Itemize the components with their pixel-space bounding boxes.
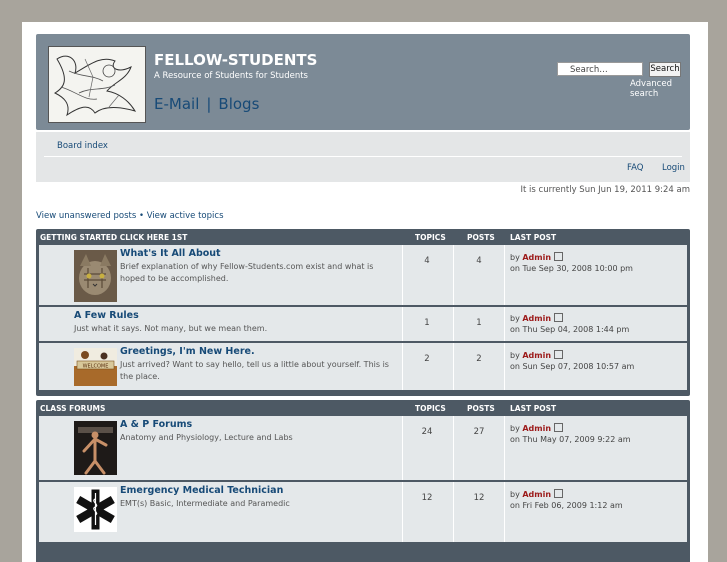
last-post-date: on Fri Feb 06, 2009 1:12 am: [510, 501, 623, 510]
last-post-by: by Admin: [510, 313, 564, 323]
goto-post-icon[interactable]: [554, 252, 564, 261]
last-post-author[interactable]: Admin: [522, 351, 551, 360]
topics-count: 2: [424, 354, 430, 364]
column-posts: POSTS: [467, 233, 495, 242]
site-header: FELLOW-STUDENTS A Resource of Students f…: [36, 34, 690, 130]
category-title[interactable]: CLASS FORUMS: [40, 404, 105, 413]
posts-count: 4: [476, 256, 482, 266]
last-post-by: by Admin: [510, 489, 564, 499]
topics-count: 12: [421, 493, 433, 503]
forum-row: What's It All About Brief explanation of…: [39, 245, 687, 307]
goto-post-icon[interactable]: [554, 489, 564, 498]
current-time: It is currently Sun Jun 19, 2011 9:24 am: [520, 185, 690, 195]
svg-text:WELCOME: WELCOME: [83, 364, 109, 370]
board-index-link[interactable]: Board index: [57, 141, 108, 151]
category-header: CLASS FORUMS TOPICS POSTS LAST POST: [36, 400, 690, 416]
goto-post-icon[interactable]: [554, 313, 564, 322]
forum-row: Emergency Medical Technician EMT(s) Basi…: [39, 482, 687, 542]
cat-photo-icon: [74, 250, 117, 302]
last-post-author[interactable]: Admin: [522, 314, 551, 323]
last-post-author[interactable]: Admin: [522, 490, 551, 499]
posts-count: 27: [473, 427, 485, 437]
page: FELLOW-STUDENTS A Resource of Students f…: [22, 22, 708, 562]
column-topics: TOPICS: [415, 404, 446, 413]
forum-description: Anatomy and Physiology, Lecture and Labs: [120, 433, 293, 442]
forum-title[interactable]: A & P Forums: [120, 419, 192, 430]
site-logo[interactable]: [48, 46, 146, 123]
column-last-post: LAST POST: [510, 404, 557, 413]
forum-description: EMT(s) Basic, Intermediate and Paramedic: [120, 499, 290, 508]
search-button[interactable]: Search: [649, 62, 681, 77]
posts-count: 1: [476, 318, 482, 328]
last-post-by: by Admin: [510, 252, 564, 262]
posts-count: 2: [476, 354, 482, 364]
forum-title[interactable]: Emergency Medical Technician: [120, 485, 283, 496]
navbar-divider: [44, 156, 682, 157]
topics-count: 1: [424, 318, 430, 328]
forum-description: Just what it says. Not many, but we mean…: [74, 324, 268, 333]
forum-description: Brief explanation of why Fellow-Students…: [120, 262, 374, 283]
last-post-author[interactable]: Admin: [522, 424, 551, 433]
last-post-author[interactable]: Admin: [522, 253, 551, 262]
navbar: Board index FAQ Login: [36, 132, 690, 182]
forum-row: A Few Rules Just what it says. Not many,…: [39, 307, 687, 343]
topics-count: 24: [421, 427, 433, 437]
last-post-date: on Tue Sep 30, 2008 10:00 pm: [510, 264, 633, 273]
site-title: FELLOW-STUDENTS: [154, 51, 318, 69]
forum-row: WELCOME Greetings, I'm New Here. Just ar…: [39, 343, 687, 390]
star-of-life-icon: [74, 487, 117, 532]
last-post-date: on Sun Sep 07, 2008 10:57 am: [510, 362, 635, 371]
forum-description: Just arrived? Want to say hello, tell us…: [120, 360, 389, 381]
category-block: GETTING STARTED CLICK HERE 1ST TOPICS PO…: [36, 229, 690, 396]
column-last-post: LAST POST: [510, 233, 557, 242]
forum-title[interactable]: What's It All About: [120, 248, 221, 259]
last-post-date: on Thu May 07, 2009 9:22 am: [510, 435, 631, 444]
forum-row: A & P Forums Anatomy and Physiology, Lec…: [39, 416, 687, 482]
last-post-by: by Admin: [510, 350, 564, 360]
link-separator: |: [206, 95, 212, 113]
advanced-search-link[interactable]: Advanced search: [630, 79, 690, 99]
category-header: GETTING STARTED CLICK HERE 1ST TOPICS PO…: [36, 229, 690, 245]
goto-post-icon[interactable]: [554, 350, 564, 359]
email-link[interactable]: E-Mail: [154, 95, 199, 113]
site-description: A Resource of Students for Students: [154, 71, 308, 81]
goto-post-icon[interactable]: [554, 423, 564, 432]
column-posts: POSTS: [467, 404, 495, 413]
login-link[interactable]: Login: [662, 163, 685, 173]
quick-links[interactable]: View unanswered posts • View active topi…: [36, 211, 224, 221]
welcome-photo-icon: WELCOME: [74, 348, 117, 386]
forum-title[interactable]: Greetings, I'm New Here.: [120, 346, 255, 357]
header-links: E-Mail | Blogs: [154, 95, 259, 113]
last-post-by: by Admin: [510, 423, 564, 433]
search-input[interactable]: Search…: [557, 62, 643, 76]
forum-title[interactable]: A Few Rules: [74, 310, 139, 321]
anatomy-book-photo-icon: [74, 421, 117, 475]
blogs-link[interactable]: Blogs: [218, 95, 259, 113]
category-block: CLASS FORUMS TOPICS POSTS LAST POST A & …: [36, 400, 690, 562]
topics-count: 4: [424, 256, 430, 266]
column-topics: TOPICS: [415, 233, 446, 242]
posts-count: 12: [473, 493, 485, 503]
last-post-date: on Thu Sep 04, 2008 1:44 pm: [510, 325, 630, 334]
category-title[interactable]: GETTING STARTED CLICK HERE 1ST: [40, 233, 187, 242]
faq-link[interactable]: FAQ: [627, 163, 643, 173]
